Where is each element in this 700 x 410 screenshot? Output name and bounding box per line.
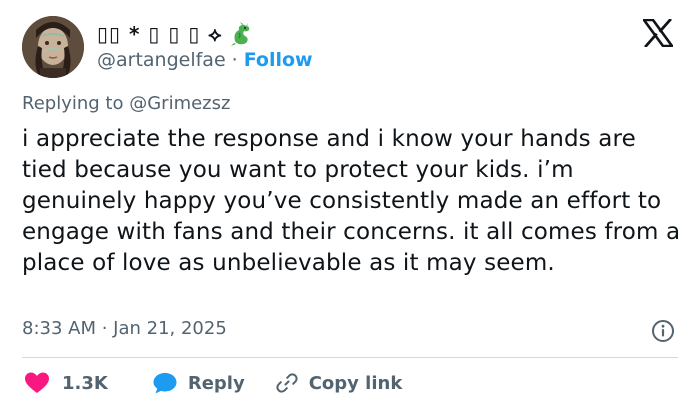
author-name-row[interactable]: ▯▯ * ▯ ▯ ▯ ⟡ [97,18,255,50]
author-handle-row: @artangelfae · Follow [97,47,313,73]
reply-context-prefix: Replying to [22,93,124,114]
author-display-name[interactable]: ▯▯ * ▯ ▯ ▯ ⟡ [97,22,223,46]
reply-label: Reply [187,372,245,394]
action-bar: 1.3K Reply Copy link [22,368,402,398]
separator-dot: · [231,49,238,71]
follow-button[interactable]: Follow [244,49,313,71]
heart-icon [25,372,49,393]
avatar[interactable] [22,16,84,78]
dragon-emoji-icon [229,21,255,47]
like-button[interactable]: 1.3K [24,371,108,395]
tweet-text: i appreciate the response and i know you… [22,126,681,276]
tweet-timestamp[interactable]: 8:33 AM · Jan 21, 2025 [22,318,227,339]
reply-bubble-icon [153,373,177,394]
link-icon [276,373,298,393]
reply-context: Replying to @Grimezsz [22,93,230,114]
x-logo-icon[interactable] [641,18,675,48]
copy-link-label: Copy link [308,372,403,394]
like-count: 1.3K [62,372,108,394]
info-icon[interactable] [651,319,675,343]
reply-button[interactable]: Reply [152,371,245,395]
divider [22,357,678,358]
reply-mention-link[interactable]: @Grimezsz [129,93,230,114]
copy-link-button[interactable]: Copy link [275,371,403,395]
author-handle[interactable]: @artangelfae [97,49,226,71]
